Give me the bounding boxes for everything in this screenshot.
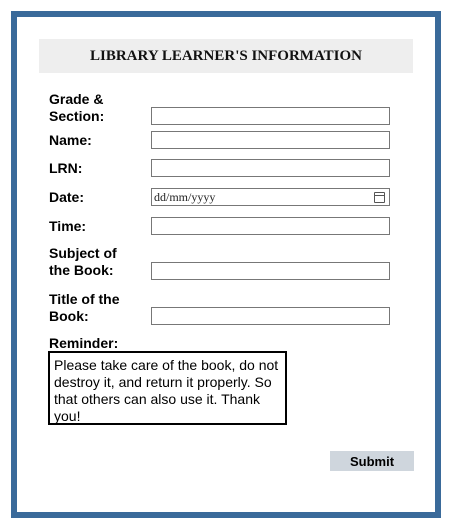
date-placeholder: dd/mm/yyyy xyxy=(154,190,216,204)
title-of-book-input[interactable] xyxy=(151,307,390,325)
time-label: Time: xyxy=(49,218,87,234)
form-title: LIBRARY LEARNER'S INFORMATION xyxy=(39,39,413,73)
lrn-label: LRN: xyxy=(49,160,83,176)
name-input[interactable] xyxy=(151,131,390,149)
date-input[interactable]: dd/mm/yyyy xyxy=(151,188,390,206)
time-input[interactable] xyxy=(151,217,390,235)
subject-input[interactable] xyxy=(151,262,390,280)
grade-section-input[interactable] xyxy=(151,107,390,125)
name-label: Name: xyxy=(49,132,92,148)
grade-section-label: Grade & Section: xyxy=(49,91,105,124)
calendar-icon[interactable] xyxy=(374,192,385,203)
subject-label: Subject of the Book: xyxy=(49,245,117,278)
submit-button[interactable]: Submit xyxy=(330,451,414,471)
form-frame: LIBRARY LEARNER'S INFORMATION Grade & Se… xyxy=(11,11,441,518)
date-label: Date: xyxy=(49,189,85,205)
reminder-label: Reminder: xyxy=(49,335,119,351)
lrn-input[interactable] xyxy=(151,159,390,177)
reminder-text: Please take care of the book, do not des… xyxy=(48,351,287,425)
title-of-book-label: Title of the Book: xyxy=(49,291,120,324)
